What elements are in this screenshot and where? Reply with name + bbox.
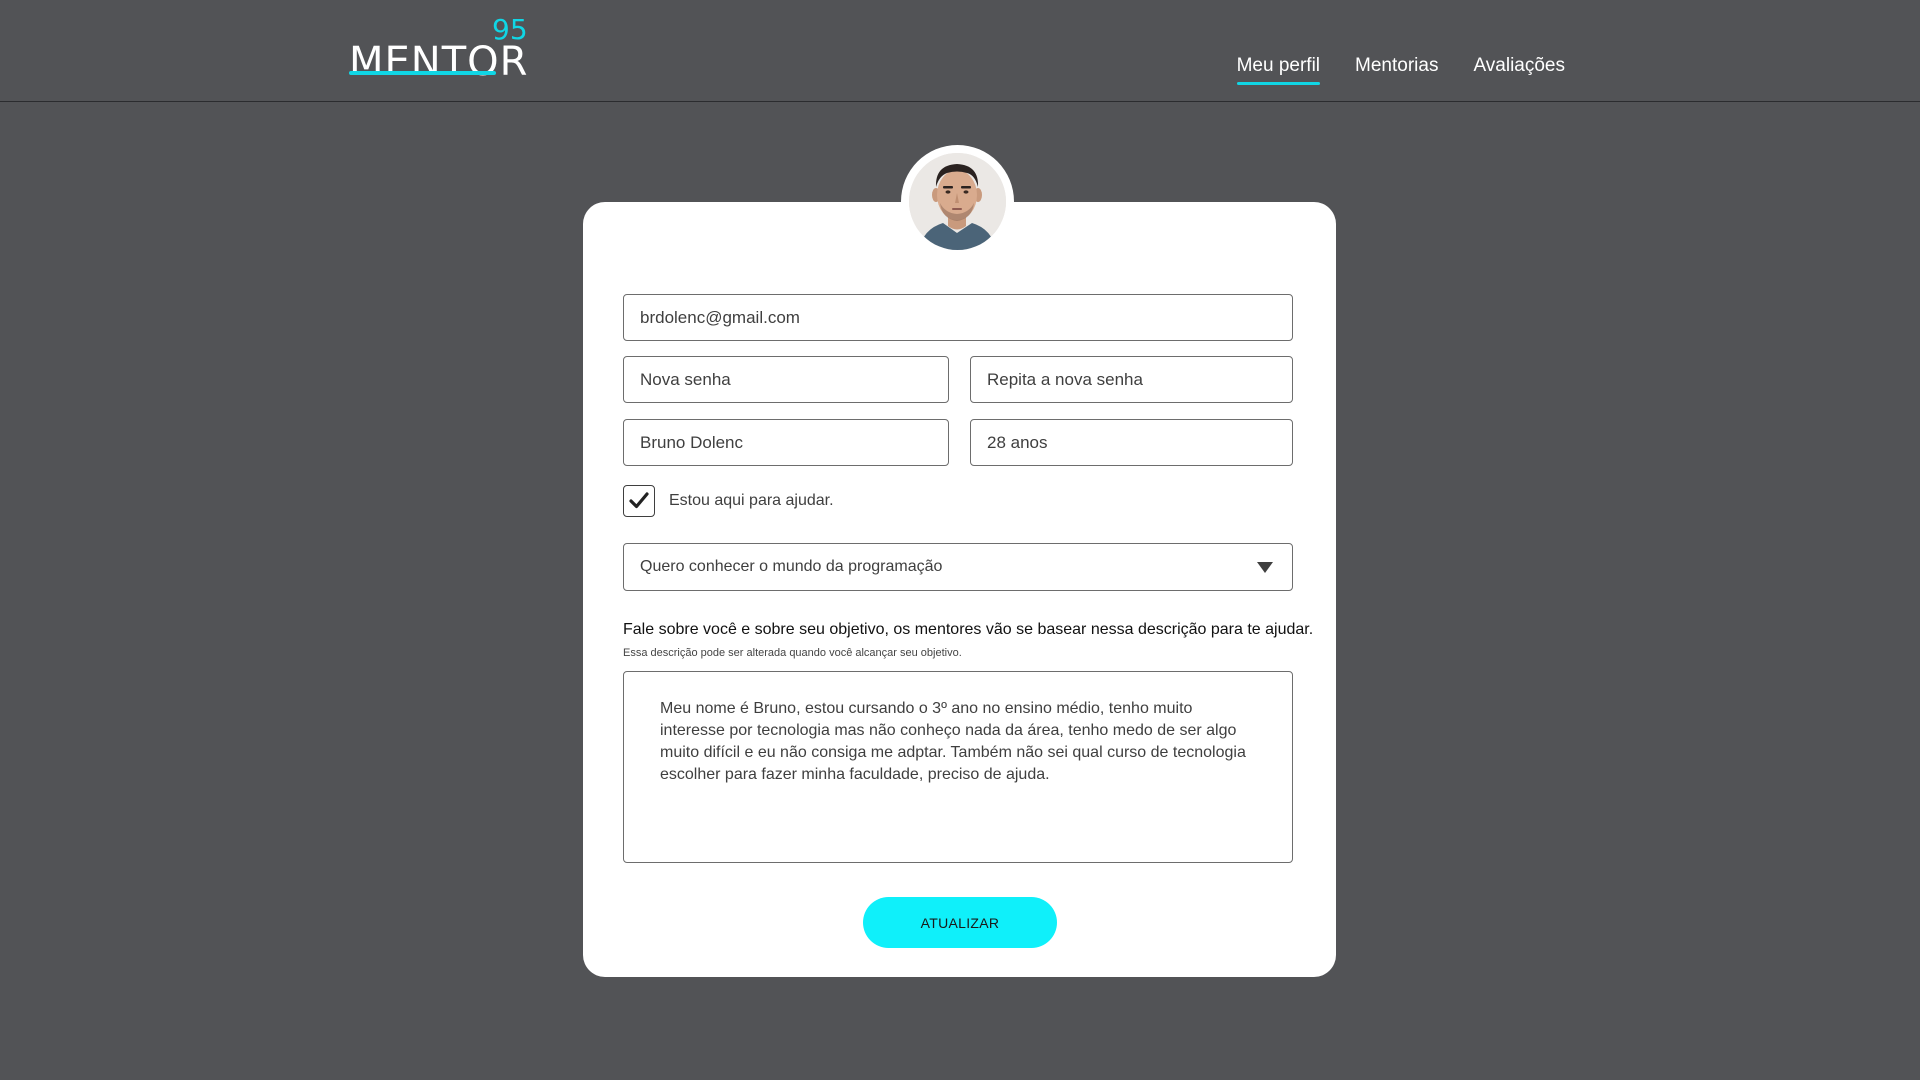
new-password-field[interactable]: [623, 356, 949, 403]
description-textarea[interactable]: Meu nome é Bruno, estou cursando o 3º an…: [623, 671, 1293, 863]
name-field[interactable]: [623, 419, 949, 466]
email-input[interactable]: [640, 307, 1276, 328]
help-checkbox-label[interactable]: Estou aqui para ajudar.: [669, 492, 834, 510]
nav-meu-perfil[interactable]: Meu perfil: [1236, 55, 1321, 85]
nav-avaliacoes[interactable]: Avaliações: [1473, 55, 1565, 85]
logo-text: MENTOR: [349, 39, 529, 85]
logo-underline: [349, 71, 496, 75]
description-title: Fale sobre você e sobre seu objetivo, os…: [623, 621, 1314, 638]
age-input[interactable]: [987, 432, 1276, 453]
age-field[interactable]: [970, 419, 1293, 466]
new-password-input[interactable]: [640, 369, 932, 390]
repeat-password-input[interactable]: [987, 369, 1276, 390]
email-field[interactable]: [623, 294, 1293, 341]
avatar-photo: [909, 153, 1006, 250]
logo-superscript: 95: [492, 13, 528, 46]
help-checkbox[interactable]: [623, 485, 655, 517]
checkmark-icon: [629, 492, 649, 509]
mentor95-logo[interactable]: MENTOR 95: [349, 13, 529, 85]
dropdown-arrow-icon: [1257, 561, 1273, 573]
top-header: MENTOR 95 Meu perfil Mentorias Avaliaçõe…: [0, 0, 1920, 102]
avatar[interactable]: [909, 153, 1006, 250]
goal-select-value: Quero conhecer o mundo da programação: [640, 558, 943, 575]
goal-select[interactable]: Quero conhecer o mundo da programação: [623, 543, 1293, 591]
nav-mentorias[interactable]: Mentorias: [1355, 55, 1438, 85]
repeat-password-field[interactable]: [970, 356, 1293, 403]
description-subtitle: Essa descrição pode ser alterada quando …: [623, 647, 962, 659]
main-nav: Meu perfil Mentorias Avaliações: [1236, 55, 1565, 85]
name-input[interactable]: [640, 432, 932, 453]
update-button[interactable]: ATUALIZAR: [863, 897, 1057, 948]
